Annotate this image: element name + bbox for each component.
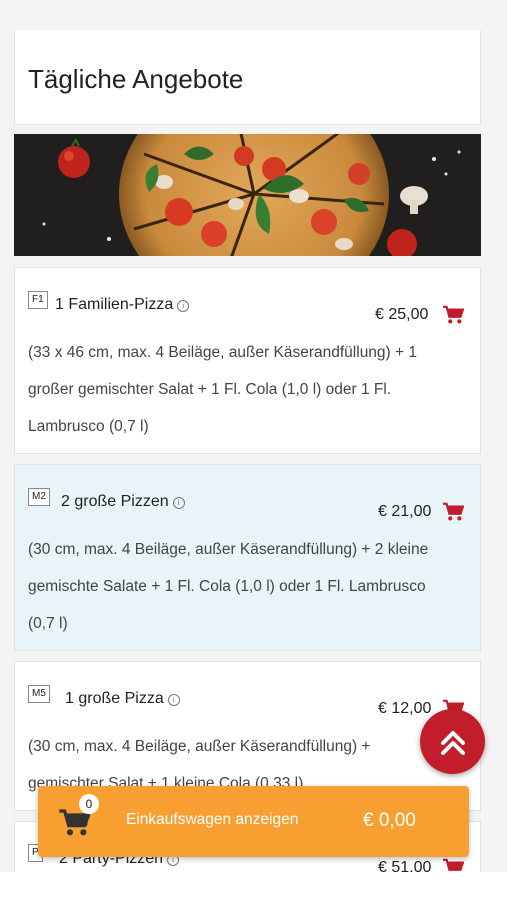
item-description: (33 x 46 cm, max. 4 Beiläge, außer Käser…: [28, 334, 468, 445]
info-icon[interactable]: i: [177, 300, 190, 312]
item-description-line: (0,7 l): [28, 615, 68, 632]
item-name-text: 1 Familien-Pizza: [55, 296, 174, 313]
item-name-text: 2 große Pizzen: [61, 493, 169, 510]
item-name[interactable]: 2 große Pizzen i: [61, 493, 185, 511]
item-description: (30 cm, max. 4 Beiläge, außer Käserandfü…: [28, 531, 468, 642]
view-cart-label: Einkaufswagen anzeigen: [126, 811, 299, 828]
item-code-badge: M5: [28, 685, 50, 703]
add-to-cart-icon[interactable]: [442, 502, 464, 522]
section-title: Tägliche Angebote: [28, 64, 244, 94]
section-header: Tägliche Angebote: [14, 30, 481, 125]
menu-item-m2[interactable]: M2 2 große Pizzen i € 21,00 (30 cm, max. …: [14, 464, 481, 651]
item-price: € 25,00: [375, 306, 429, 323]
view-cart-bar[interactable]: 0 Einkaufswagen anzeigen € 0,00: [38, 786, 469, 857]
item-description-line: großer gemischter Salat + 1 Fl. Cola (1,…: [28, 381, 392, 398]
item-name-text: 1 große Pizza: [65, 690, 164, 707]
pizza-banner-image: [14, 134, 481, 256]
cart-total: € 0,00: [363, 810, 416, 831]
item-code-badge: M2: [28, 488, 50, 506]
scroll-to-top-button[interactable]: [420, 709, 485, 774]
add-to-cart-icon[interactable]: [442, 305, 464, 325]
menu-item-f1[interactable]: F1 1 Familien-Pizza i € 25,00 (33 x 46 cm…: [14, 267, 481, 454]
item-name[interactable]: 1 große Pizza i: [65, 690, 180, 708]
item-description-line: (33 x 46 cm, max. 4 Beiläge, außer Käser…: [28, 344, 417, 361]
info-icon[interactable]: i: [172, 497, 185, 509]
item-description-line: gemischte Salate + 1 Fl. Cola (1,0 l) od…: [28, 578, 426, 595]
double-chevron-up-icon: [440, 730, 465, 755]
item-price: € 12,00: [378, 700, 432, 717]
page: Tägliche Angebote F1 1 Familien-Pizza i …: [0, 0, 507, 900]
item-name[interactable]: 1 Familien-Pizza i: [55, 296, 190, 314]
info-icon[interactable]: i: [167, 694, 180, 706]
item-description-line: Lambrusco (0,7 l): [28, 418, 149, 435]
item-price: € 21,00: [378, 503, 432, 520]
bottom-edge: [0, 872, 507, 900]
cart-count-badge: 0: [79, 794, 99, 814]
item-description-line: (30 cm, max. 4 Beiläge, außer Käserandfü…: [28, 541, 429, 558]
item-description-line: (30 cm, max. 4 Beiläge, außer Käserandfü…: [28, 738, 371, 755]
item-code-badge: F1: [28, 291, 48, 309]
